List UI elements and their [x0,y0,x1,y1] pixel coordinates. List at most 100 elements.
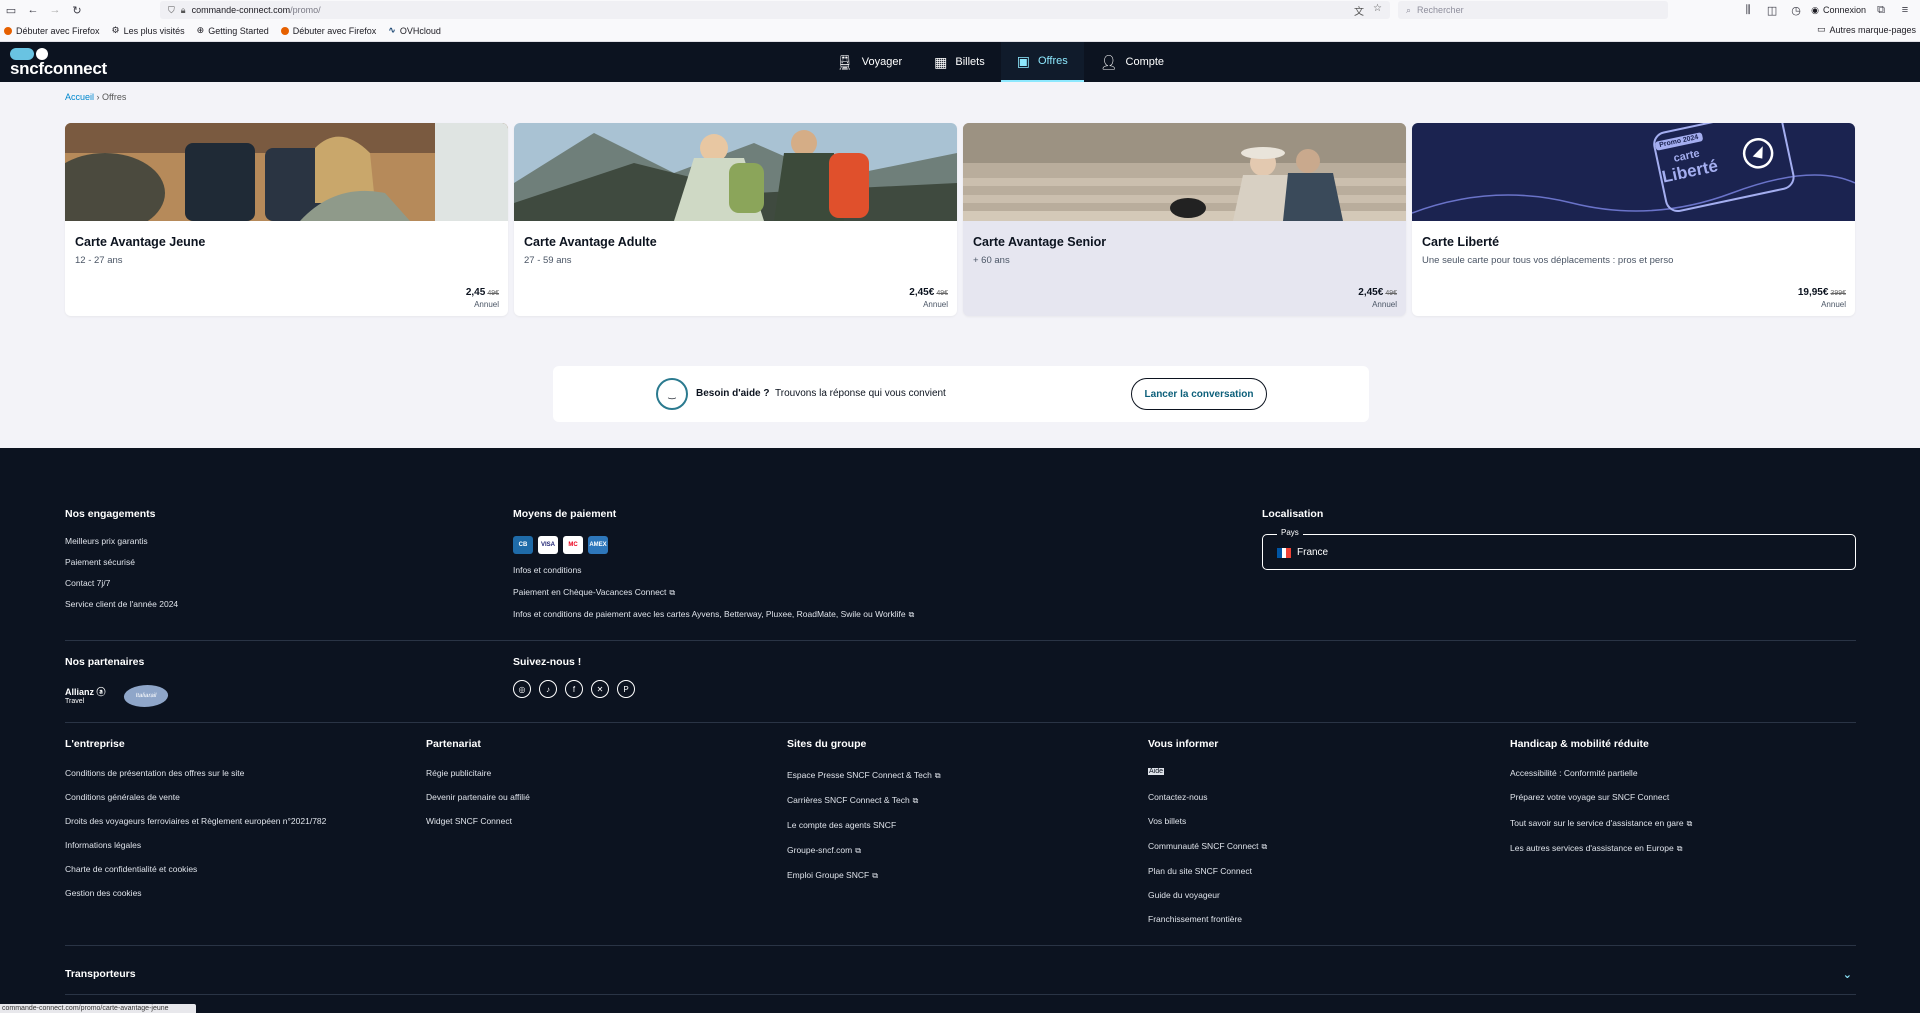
library-icon[interactable]: ⫼ [1739,1,1757,19]
bookmark-item[interactable]: Débuter avec Firefox [4,26,100,36]
footer-link[interactable]: Widget SNCF Connect [426,816,512,826]
bookmark-star-icon[interactable]: ☆ [1373,3,1382,14]
screenshot-icon[interactable]: ◫ [1763,1,1781,19]
footer-link[interactable]: Les autres services d'assistance en Euro… [1510,843,1682,854]
external-link-icon: ⧉ [1261,842,1268,851]
search-bar[interactable]: ⌕ Rechercher [1398,1,1668,19]
footer-link[interactable]: Carrières SNCF Connect & Tech ⧉ [787,795,918,806]
card-image-liberte: Promo 2024 carte Liberté [1412,123,1855,221]
country-select[interactable]: Pays France [1262,528,1856,570]
other-bookmarks[interactable]: ▭ Autres marque-pages [1817,24,1916,35]
footer-link[interactable]: Droits des voyageurs ferroviaires et Règ… [65,816,326,826]
instagram-icon[interactable]: ◎ [513,680,531,698]
nav-billets[interactable]: ▦ Billets [918,42,1001,82]
allianz-logo[interactable]: Allianz ⓐ Travel [65,688,106,706]
footer-link[interactable]: Charte de confidentialité et cookies [65,864,197,874]
card-image-jeune [65,123,508,221]
footer-link[interactable]: Préparez votre voyage sur SNCF Connect [1510,792,1669,802]
mastercard-icon: MC [563,536,583,554]
footer-link[interactable]: Le compte des agents SNCF [787,820,896,830]
footer-link[interactable]: Conditions générales de vente [65,792,180,802]
footer-link[interactable]: Meilleurs prix garantis [65,536,148,546]
footer-link[interactable]: Tout savoir sur le service d'assistance … [1510,818,1692,829]
firefox-icon [280,26,289,35]
card-liberte[interactable]: Promo 2024 carte Liberté Carte Liberté U… [1412,123,1855,316]
divider [65,994,1856,995]
card-price: 2,45€ 49€ [909,287,948,298]
login-button[interactable]: ◉ Connexion [1811,5,1866,16]
divider [65,945,1856,946]
bookmark-item[interactable]: ∿ OVHcloud [388,25,441,36]
footer-link[interactable]: Régie publicitaire [426,768,491,778]
extensions-icon[interactable]: ⧉ [1872,1,1890,19]
forward-icon[interactable]: → [46,1,64,19]
footer-link[interactable]: Franchissement frontière [1148,914,1242,924]
breadcrumb-home[interactable]: Accueil [65,92,94,102]
footer-link[interactable]: Conditions de présentation des offres su… [65,768,244,778]
footer-link[interactable]: Informations légales [65,840,141,850]
url-text: commande-connect.com/promo/ [191,5,321,15]
transporteurs-accordion[interactable]: Transporteurs ⌄ [65,968,1856,981]
card-avantage-adulte[interactable]: Carte Avantage Adulte 27 - 59 ans 2,45€ 4… [514,123,957,316]
divider [65,640,1856,641]
footer-link[interactable]: Infos et conditions de paiement avec les… [513,609,914,620]
site-header: sncfconnect 🚆︎ Voyager ▦ Billets ▣ Offres 👤… [0,42,1920,82]
nav-voyager[interactable]: 🚆︎ Voyager [820,42,918,82]
x-icon[interactable]: ✕ [591,680,609,698]
footer-link[interactable]: Plan du site SNCF Connect [1148,866,1252,876]
back-icon[interactable]: ← [24,1,42,19]
footer-link[interactable]: Infos et conditions [513,565,582,575]
bookmark-item[interactable]: ⊕ Getting Started [197,25,269,36]
nav-offres[interactable]: ▣ Offres [1000,42,1084,82]
footer-link[interactable]: Gestion des cookies [65,888,142,898]
footer-link[interactable]: Paiement en Chèque-Vacances Connect ⧉ [513,587,675,598]
facebook-icon[interactable]: f [565,680,583,698]
footer-link[interactable]: Service client de l'année 2024 [65,599,178,609]
footer-link[interactable]: Devenir partenaire ou affilié [426,792,530,802]
italiarail-logo[interactable]: Italiarail [122,685,170,707]
footer-link[interactable]: Contact 7j/7 [65,578,110,588]
user-icon: 👤︎ [1099,54,1118,70]
url-bar[interactable]: ⛉ 🔒︎ commande-connect.com/promo/ 文 ☆ [160,1,1390,19]
external-link-icon: ⧉ [669,588,676,597]
external-link-icon: ⧉ [1686,819,1693,828]
lock-icon[interactable]: 🔒︎ [181,5,186,16]
external-link-icon: ⧉ [855,846,861,855]
footer-link[interactable]: Emploi Groupe SNCF ⧉ [787,870,878,881]
divider [65,722,1856,723]
sidebar-icon[interactable]: ▭ [2,1,20,19]
card-avantage-senior[interactable]: Carte Avantage Senior + 60 ans 2,45€ 49€ … [963,123,1406,316]
reload-icon[interactable]: ↻ [68,1,86,19]
tiktok-icon[interactable]: ♪ [539,680,557,698]
bookmark-item[interactable]: ⚙ Les plus visités [112,25,185,36]
footer-link[interactable]: Contactez-nous [1148,792,1208,802]
footer-link[interactable]: Accessibilité : Conformité partielle [1510,768,1638,778]
footer-link[interactable]: Vos billets [1148,816,1186,826]
translate-icon[interactable]: 文 [1354,3,1364,18]
menu-icon[interactable]: ≡ [1896,1,1914,19]
pinterest-icon[interactable]: P [617,680,635,698]
bookmarks-bar: Débuter avec Firefox ⚙ Les plus visités ⊕… [0,20,1920,42]
status-bar-url: commande-connect.com/promo/carte-avantag… [0,1004,196,1013]
ticket-icon: ▦ [934,54,948,70]
card-image-adulte [514,123,957,221]
footer-link[interactable]: Groupe-sncf.com ⧉ [787,845,861,856]
ovh-icon: ∿ [388,25,396,35]
history-icon[interactable]: ◷ [1787,1,1805,19]
footer-link[interactable]: Aide [1148,768,1165,775]
nav-compte[interactable]: 👤︎ Compte [1084,42,1180,82]
footer-link[interactable]: Communauté SNCF Connect ⧉ [1148,841,1267,852]
breadcrumb-current: Offres [102,92,127,102]
card-avantage-jeune[interactable]: Carte Avantage Jeune 12 - 27 ans 2,45 49€… [65,123,508,316]
footer-link[interactable]: Espace Presse SNCF Connect & Tech ⧉ [787,770,941,781]
sncf-connect-logo[interactable]: sncfconnect [10,48,107,78]
footer-link[interactable]: Paiement sécurisé [65,557,135,567]
footer-link[interactable]: Guide du voyageur [1148,890,1220,900]
gear-icon: ⚙ [111,25,120,35]
bookmark-item[interactable]: Débuter avec Firefox [280,26,376,36]
chevron-down-icon: ⌄ [1842,969,1852,981]
shield-icon[interactable]: ⛉ [168,5,175,16]
start-chat-button[interactable]: Lancer la conversation [1131,378,1267,410]
external-link-icon: ⧉ [908,610,915,619]
help-box: ‿ Besoin d'aide ? Trouvons la réponse qu… [553,366,1369,422]
